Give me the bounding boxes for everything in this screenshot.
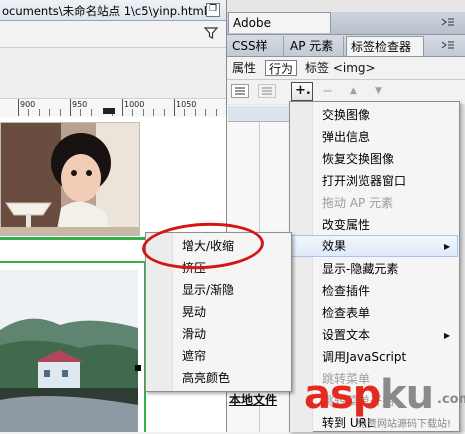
submenu-arrow-icon: ▶ <box>444 242 451 251</box>
tab-attributes[interactable]: 属性 <box>229 60 259 76</box>
show-all-events-icon[interactable] <box>258 84 276 98</box>
ruler-tick <box>195 109 196 116</box>
photo-landscape[interactable] <box>0 270 138 432</box>
ruler-tick <box>205 109 206 116</box>
tab-tag-inspector[interactable]: 标签检查器 <box>346 36 424 56</box>
ruler-tick <box>122 99 123 116</box>
local-files-label[interactable]: 本地文件 <box>229 391 277 408</box>
move-down-button[interactable]: ▼ <box>375 86 382 96</box>
submenu-arrow-icon: ▶ <box>444 331 451 340</box>
ruler-label: 1050 <box>176 100 197 109</box>
document-toolbar <box>0 21 226 48</box>
menu-item-swap-image[interactable]: 交换图像 <box>322 104 370 126</box>
menu-item-drag-ap-element: 拖动 AP 元素 <box>322 196 394 210</box>
ruler-tick <box>153 109 154 116</box>
watermark-logo: ku <box>380 372 434 418</box>
add-behavior-button[interactable]: +. <box>291 82 313 101</box>
menu-item-popup-message[interactable]: 弹出信息 <box>322 126 370 148</box>
tab-adobe-browserlab[interactable]: Adobe BrowserLab <box>228 12 331 50</box>
ruler-tick <box>39 109 40 116</box>
resize-handle[interactable] <box>135 365 141 371</box>
ruler-tick <box>80 109 81 116</box>
submenu-item-appear-fade[interactable]: 显示/渐隐 <box>182 279 234 301</box>
menu-highlight <box>291 235 458 257</box>
ruler-tick <box>49 109 50 116</box>
menu-item-set-text[interactable]: 设置文本 <box>322 324 370 346</box>
tab-behaviors[interactable]: 行为 <box>265 60 298 76</box>
ruler-tick <box>91 109 92 116</box>
ruler-marker <box>103 108 115 114</box>
submenu-item-shake[interactable]: 晃动 <box>182 301 206 323</box>
ruler-tick <box>132 109 133 116</box>
ruler-tick <box>18 99 19 116</box>
submenu-item-blind[interactable]: 遮帘 <box>182 345 206 367</box>
ruler-tick <box>164 109 165 116</box>
submenu-item-highlight[interactable]: 高亮颜色 <box>182 367 230 389</box>
photo-child[interactable] <box>0 122 140 236</box>
ruler-label: 950 <box>72 100 88 109</box>
menu-item-check-plugin[interactable]: 检查插件 <box>322 280 370 302</box>
filter-icon[interactable] <box>204 26 218 40</box>
document-title-bar: ocuments\未命名站点 1\c5\yinp.html ❐ <box>0 0 226 21</box>
horizontal-ruler: 900 950 1000 1050 <box>0 98 226 118</box>
behaviors-list-header <box>228 106 289 122</box>
watermark-subtitle: 免费网站源码下载站! <box>357 419 452 430</box>
ruler-tick <box>174 99 175 116</box>
menu-item-restore-swap-image[interactable]: 恢复交换图像 <box>322 148 394 170</box>
restore-window-button[interactable]: ❐ <box>206 3 220 17</box>
ruler-tick <box>184 109 185 116</box>
ruler-tick <box>216 109 217 116</box>
panel-menu-icon[interactable] <box>441 18 455 26</box>
ruler-tick <box>28 109 29 116</box>
document-path: ocuments\未命名站点 1\c5\yinp.html <box>2 4 207 18</box>
menu-item-change-property[interactable]: 改变属性 <box>322 214 370 236</box>
ruler-tick <box>60 109 61 116</box>
ruler-tick <box>70 99 71 116</box>
ruler-label: 900 <box>20 100 36 109</box>
tag-name-label: 标签 <img> <box>305 61 376 75</box>
watermark-domain: .com <box>437 392 465 407</box>
panel-options-icon[interactable] <box>441 41 455 49</box>
menu-item-call-javascript[interactable]: 调用JavaScript <box>322 346 406 368</box>
watermark-logo: asp <box>304 372 381 418</box>
tab-ap-elements[interactable]: AP 元素 <box>286 36 344 56</box>
submenu-item-slide[interactable]: 滑动 <box>182 323 206 345</box>
tab-css-styles[interactable]: CSS样式 <box>228 36 284 73</box>
menu-item-open-browser-window[interactable]: 打开浏览器窗口 <box>322 170 406 192</box>
document-blank-area <box>0 48 226 98</box>
menu-item-effects[interactable]: 效果 <box>322 235 346 257</box>
menu-item-validate-form[interactable]: 检查表单 <box>322 302 370 324</box>
move-up-button[interactable]: ▲ <box>350 86 357 96</box>
show-set-events-icon[interactable] <box>231 84 249 98</box>
selection-border <box>0 237 146 240</box>
ruler-tick <box>143 109 144 116</box>
menu-item-show-hide-elements[interactable]: 显示-隐藏元素 <box>322 258 398 280</box>
remove-behavior-button[interactable]: − <box>322 84 333 99</box>
ruler-label: 1000 <box>124 100 145 109</box>
